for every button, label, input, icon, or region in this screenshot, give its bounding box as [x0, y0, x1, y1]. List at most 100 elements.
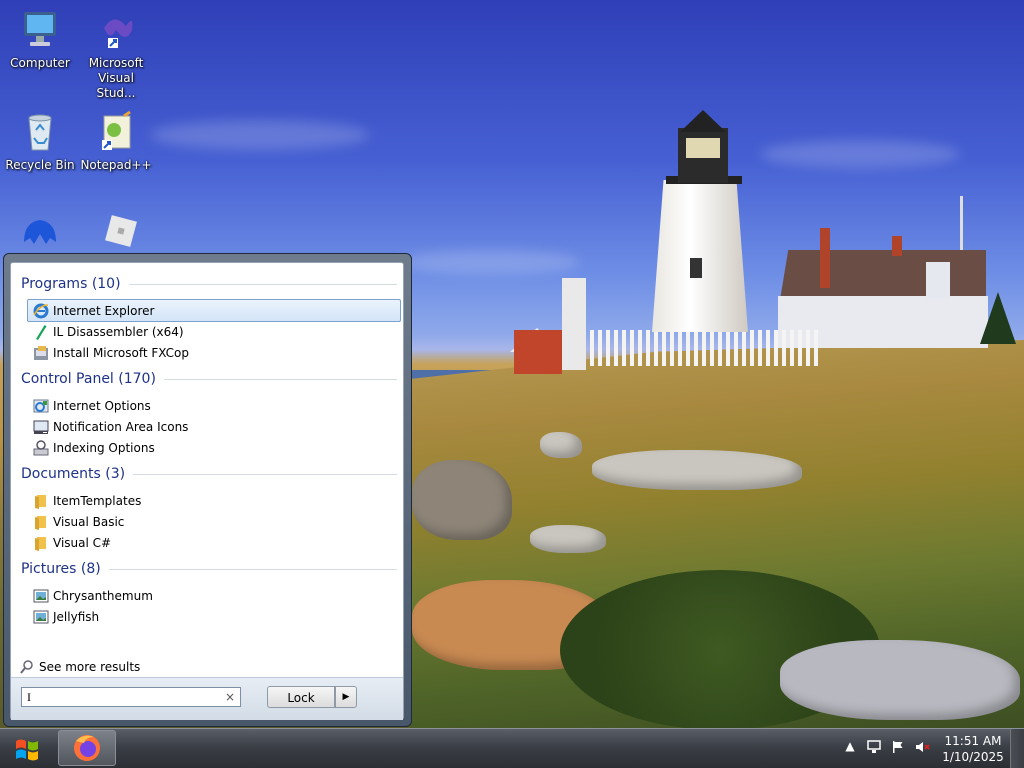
- search-input[interactable]: I ×: [21, 687, 241, 707]
- folder-icon: [33, 493, 49, 509]
- wallpaper-bell-tower: [562, 278, 586, 370]
- wallpaper-cloud: [150, 120, 370, 150]
- result-label: IL Disassembler (x64): [53, 324, 184, 339]
- group-divider: [133, 473, 397, 475]
- wallpaper-lighthouse-glass: [686, 138, 720, 158]
- result-label: Visual C#: [53, 535, 112, 550]
- result-itemtemplates[interactable]: ItemTemplates: [27, 489, 401, 512]
- result-indexing-options[interactable]: Indexing Options: [27, 436, 401, 459]
- wallpaper-lighthouse: [652, 180, 748, 332]
- recycle-bin-icon: [18, 110, 62, 154]
- desktop-icon-label: Computer: [10, 56, 70, 70]
- lock-button[interactable]: Lock: [267, 686, 335, 708]
- result-label: ItemTemplates: [53, 493, 142, 508]
- group-divider: [163, 378, 397, 380]
- wallpaper-rock: [540, 432, 582, 458]
- action-center-flag-icon[interactable]: [890, 739, 906, 755]
- desktop-icon-computer[interactable]: Computer: [2, 8, 78, 71]
- result-internet-explorer[interactable]: Internet Explorer: [27, 299, 401, 322]
- volume-muted-icon[interactable]: [914, 739, 930, 755]
- wallpaper-rock: [780, 640, 1020, 720]
- internet-options-icon: [33, 398, 49, 414]
- visual-studio-icon: [94, 8, 138, 52]
- group-header-pictures[interactable]: Pictures (8): [21, 561, 397, 577]
- see-more-label: See more results: [39, 660, 141, 674]
- result-notification-area-icons[interactable]: Notification Area Icons: [27, 415, 401, 438]
- group-title: Documents (3): [21, 466, 126, 482]
- start-menu[interactable]: Programs (10) Internet Explorer IL Disas…: [3, 253, 412, 727]
- result-label: Internet Explorer: [53, 303, 155, 318]
- result-label: Indexing Options: [53, 440, 155, 455]
- group-divider: [108, 568, 397, 570]
- search-results: Programs (10) Internet Explorer IL Disas…: [11, 263, 403, 675]
- desktop-icon-label: Microsoft Visual Stud...: [88, 56, 144, 100]
- wallpaper-fence: [582, 330, 818, 366]
- wallpaper-cloud: [760, 140, 960, 168]
- result-label: Chrysanthemum: [53, 588, 153, 603]
- search-icon: [19, 659, 35, 675]
- wallpaper-rock: [592, 450, 802, 490]
- group-header-control-panel[interactable]: Control Panel (170): [21, 371, 397, 387]
- result-visual-basic[interactable]: Visual Basic: [27, 510, 401, 533]
- taskbar: ▲ 11:51 AM 1/10/2025: [0, 728, 1024, 768]
- wallpaper-cloud: [400, 250, 580, 274]
- search-input-value: I: [27, 690, 31, 704]
- result-label: Notification Area Icons: [53, 419, 189, 434]
- start-button[interactable]: [8, 733, 48, 765]
- roblox-icon: [94, 212, 138, 256]
- windows-logo-icon: [16, 739, 38, 761]
- wallpaper-chimney: [820, 228, 830, 288]
- desktop-icon-label: Recycle Bin: [5, 158, 75, 172]
- see-more-results-link[interactable]: See more results: [19, 659, 140, 675]
- start-menu-footer: I × Lock ▶: [11, 677, 403, 720]
- wallpaper-rock: [530, 525, 606, 553]
- result-install-fxcop[interactable]: Install Microsoft FXCop: [27, 341, 401, 364]
- desktop-icon-label: Notepad++: [80, 158, 152, 172]
- wallpaper-lighthouse-window: [690, 258, 702, 278]
- wallpaper-dormer: [926, 262, 950, 298]
- internet-explorer-icon: [33, 303, 49, 319]
- show-desktop-button[interactable]: [1010, 729, 1024, 768]
- result-chrysanthemum[interactable]: Chrysanthemum: [27, 584, 401, 607]
- image-icon: [33, 588, 49, 604]
- group-divider: [128, 283, 397, 285]
- clock-time: 11:51 AM: [944, 734, 1002, 748]
- folder-icon: [33, 514, 49, 530]
- start-menu-panel: Programs (10) Internet Explorer IL Disas…: [10, 262, 404, 720]
- group-header-programs[interactable]: Programs (10): [21, 276, 397, 292]
- il-disassembler-icon: [33, 324, 49, 340]
- group-title: Pictures (8): [21, 561, 101, 577]
- image-icon: [33, 609, 49, 625]
- result-jellyfish[interactable]: Jellyfish: [27, 605, 401, 628]
- notification-area-icon: [33, 419, 49, 435]
- notepad-plus-plus-icon: [94, 110, 138, 154]
- wallpaper-shed: [514, 330, 562, 374]
- firefox-icon: [74, 735, 100, 761]
- show-hidden-icons-button[interactable]: ▲: [842, 739, 858, 755]
- computer-icon: [18, 8, 62, 52]
- taskbar-firefox-button[interactable]: [58, 730, 116, 766]
- group-title: Programs (10): [21, 276, 121, 292]
- group-header-documents[interactable]: Documents (3): [21, 466, 397, 482]
- system-clock[interactable]: 11:51 AM 1/10/2025: [936, 733, 1010, 765]
- malwarebytes-icon: [18, 212, 62, 256]
- clear-search-icon[interactable]: ×: [225, 688, 235, 706]
- clock-date: 1/10/2025: [942, 750, 1004, 764]
- shutdown-options-arrow[interactable]: ▶: [335, 686, 357, 708]
- result-visual-csharp[interactable]: Visual C#: [27, 531, 401, 554]
- wallpaper-rock: [412, 460, 512, 540]
- wallpaper-chimney: [892, 236, 902, 256]
- result-label: Internet Options: [53, 398, 151, 413]
- result-label: Install Microsoft FXCop: [53, 345, 189, 360]
- desktop-icon-visual-studio[interactable]: Microsoft Visual Stud...: [78, 8, 154, 101]
- result-internet-options[interactable]: Internet Options: [27, 394, 401, 417]
- installer-icon: [33, 345, 49, 361]
- desktop-icon-notepad-plus-plus[interactable]: Notepad++: [78, 110, 154, 173]
- result-label: Jellyfish: [53, 609, 100, 624]
- indexing-options-icon: [33, 439, 49, 456]
- wallpaper-house-roof: [780, 250, 986, 300]
- network-icon[interactable]: [866, 739, 882, 755]
- group-title: Control Panel (170): [21, 371, 156, 387]
- result-il-disassembler[interactable]: IL Disassembler (x64): [27, 320, 401, 343]
- desktop-icon-recycle-bin[interactable]: Recycle Bin: [2, 110, 78, 173]
